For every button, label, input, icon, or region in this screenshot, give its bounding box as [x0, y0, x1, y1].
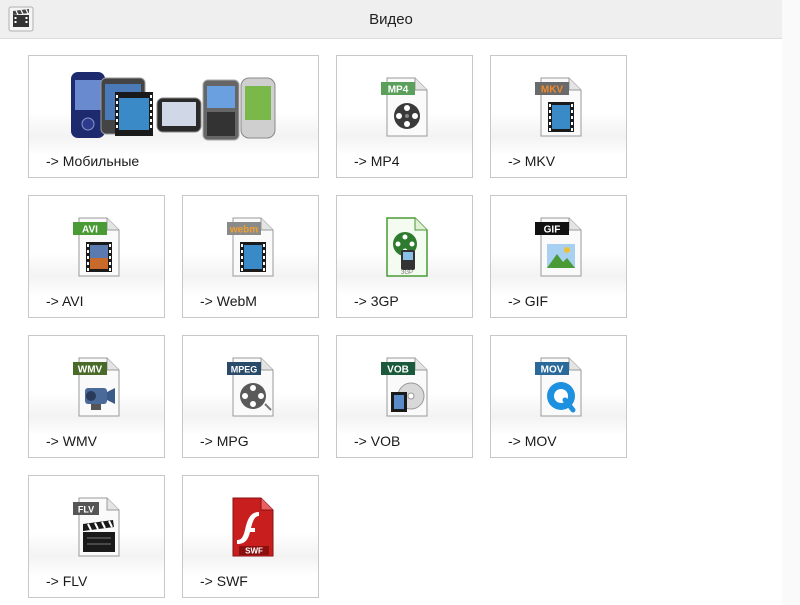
- 3gp-file-icon: 3GP: [385, 217, 428, 277]
- format-tile-wmv[interactable]: WMV -> WMV: [28, 335, 165, 458]
- format-badge: webm: [228, 225, 257, 236]
- format-label: -> MPG: [200, 433, 249, 449]
- format-badge: SWF: [245, 547, 263, 556]
- format-badge: AVI: [82, 225, 98, 236]
- gif-file-icon: GIF: [534, 217, 581, 277]
- format-label: -> SWF: [200, 573, 248, 589]
- format-tile-webm[interactable]: webm -> WebM: [182, 195, 319, 318]
- mov-file-icon: MOV: [534, 357, 581, 417]
- format-label: -> MKV: [508, 153, 556, 169]
- vob-file-icon: VOB: [380, 357, 427, 417]
- format-badge: MPEG: [230, 365, 257, 375]
- format-badge: MOV: [540, 365, 563, 376]
- section-title: Видео: [369, 11, 413, 28]
- format-tile-mobiles[interactable]: -> Мобильные: [28, 55, 319, 178]
- format-tile-mkv[interactable]: MKV -> MKV: [490, 55, 627, 178]
- format-tile-mov[interactable]: MOV -> MOV: [490, 335, 627, 458]
- mkv-file-icon: MKV: [534, 77, 581, 137]
- format-badge: GIF: [543, 225, 560, 236]
- mobile-phones-icon: [71, 72, 276, 141]
- format-badge: MP4: [387, 85, 408, 96]
- format-badge: FLV: [77, 505, 93, 515]
- format-tile-mp4[interactable]: MP4 -> MP4: [336, 55, 473, 178]
- format-label: -> VOB: [354, 433, 401, 449]
- format-label: -> FLV: [46, 573, 88, 589]
- section-header: Видео: [0, 0, 782, 39]
- format-label: -> 3GP: [354, 293, 399, 309]
- webm-file-icon: webm: [226, 217, 273, 277]
- wmv-file-icon: WMV: [72, 357, 119, 417]
- svg-text:3GP: 3GP: [400, 270, 412, 276]
- format-badge: VOB: [387, 365, 409, 376]
- format-tile-vob[interactable]: VOB -> VOB: [336, 335, 473, 458]
- format-badge: MKV: [540, 85, 563, 96]
- format-badge: WMV: [77, 365, 102, 376]
- mpeg-file-icon: MPEG: [226, 357, 273, 417]
- format-label: -> MOV: [508, 433, 557, 449]
- format-tile-3gp[interactable]: 3GP -> 3GP: [336, 195, 473, 318]
- format-label: -> WebM: [200, 293, 257, 309]
- swf-file-icon: SWF: [232, 497, 273, 557]
- format-label: -> WMV: [46, 433, 97, 449]
- format-tile-swf[interactable]: SWF -> SWF: [182, 475, 319, 598]
- format-label: -> AVI: [46, 293, 84, 309]
- format-tile-flv[interactable]: FLV -> FLV: [28, 475, 165, 598]
- format-label: -> Мобильные: [46, 153, 140, 169]
- flv-file-icon: FLV: [72, 497, 119, 557]
- avi-file-icon: AVI: [72, 217, 119, 277]
- format-tile-avi[interactable]: AVI -> AVI: [28, 195, 165, 318]
- format-tile-gif[interactable]: GIF -> GIF: [490, 195, 627, 318]
- mp4-file-icon: MP4: [380, 77, 427, 137]
- format-label: -> MP4: [354, 153, 400, 169]
- right-panel-edge: [782, 0, 800, 605]
- format-tile-mpg[interactable]: MPEG -> MPG: [182, 335, 319, 458]
- format-label: -> GIF: [508, 293, 549, 309]
